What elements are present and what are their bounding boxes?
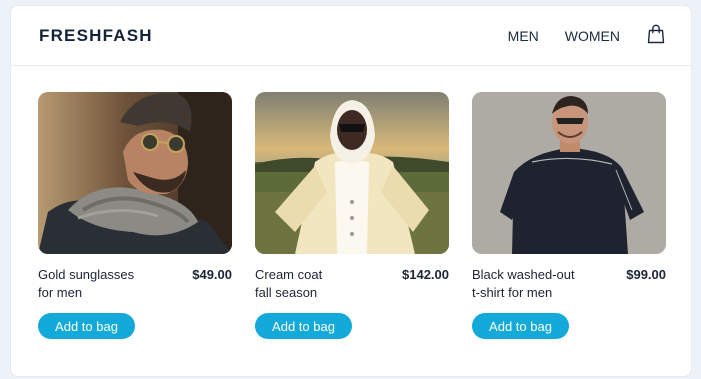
product-name-line2: for men (38, 285, 83, 300)
product-card: Gold sunglasses for men $49.00 Add to ba… (38, 92, 232, 339)
product-name: Gold sunglasses for men (38, 266, 148, 300)
add-to-bag-button[interactable]: Add to bag (255, 313, 352, 339)
product-name-line2: t-shirt for men (472, 285, 553, 300)
product-name-line1: Black washed-out (472, 267, 575, 282)
product-price: $99.00 (626, 267, 666, 282)
product-meta: Cream coat fall season $142.00 (255, 266, 449, 300)
product-meta: Black washed-out t-shirt for men $99.00 (472, 266, 666, 300)
shopping-bag-icon[interactable] (647, 24, 665, 44)
product-name: Black washed-out t-shirt for men (472, 266, 582, 300)
site-header: FRESHFASH MEN WOMEN (11, 6, 691, 66)
product-meta: Gold sunglasses for men $49.00 (38, 266, 232, 300)
product-image-tshirt[interactable] (472, 92, 666, 254)
main-nav: MEN WOMEN (482, 24, 665, 46)
product-grid: Gold sunglasses for men $49.00 Add to ba… (38, 92, 666, 339)
product-name-line1: Cream coat (255, 267, 323, 282)
nav-link-women[interactable]: WOMEN (565, 28, 620, 44)
product-image-sunglasses[interactable] (38, 92, 232, 254)
add-to-bag-button[interactable]: Add to bag (38, 313, 135, 339)
product-name-line2: fall season (255, 285, 318, 300)
nav-link-men[interactable]: MEN (508, 28, 539, 44)
add-to-bag-button[interactable]: Add to bag (472, 313, 569, 339)
product-name-line1: Gold sunglasses (38, 267, 135, 282)
product-price: $142.00 (402, 267, 449, 282)
product-card: Cream coat fall season $142.00 Add to ba… (255, 92, 449, 339)
product-price: $49.00 (192, 267, 232, 282)
product-name: Cream coat fall season (255, 266, 365, 300)
product-image-coat[interactable] (255, 92, 449, 254)
brand-logo[interactable]: FRESHFASH (39, 26, 153, 46)
product-card-panel: FRESHFASH MEN WOMEN Gold sunglasses for … (10, 5, 692, 377)
product-card: Black washed-out t-shirt for men $99.00 … (472, 92, 666, 339)
